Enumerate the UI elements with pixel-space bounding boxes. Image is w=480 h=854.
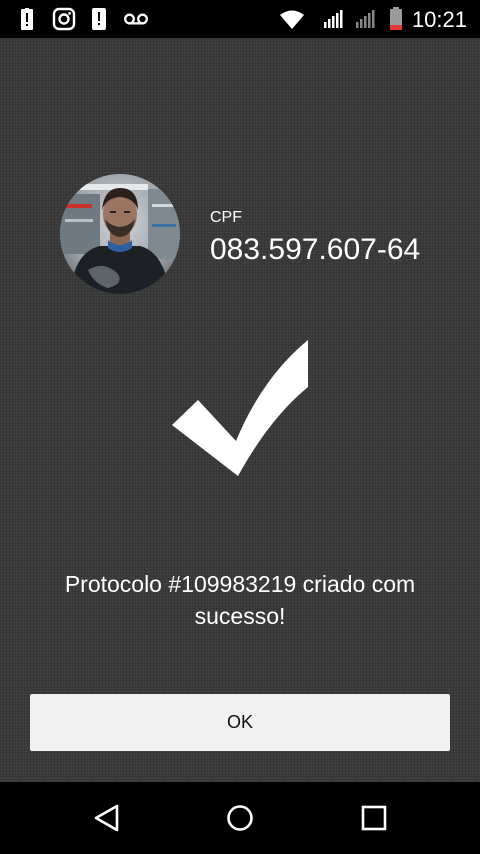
battery-low-icon bbox=[390, 7, 402, 30]
back-icon[interactable] bbox=[89, 800, 125, 836]
checkmark-icon bbox=[172, 340, 308, 476]
nav-bar bbox=[0, 782, 480, 854]
ok-button[interactable]: OK bbox=[30, 694, 450, 751]
success-dialog: CPF 083.597.607-64 Protocolo #109983219 … bbox=[0, 38, 480, 782]
avatar-photo bbox=[60, 174, 180, 294]
wifi-icon bbox=[280, 10, 304, 29]
status-time: 10:21 bbox=[411, 7, 467, 32]
screen: 10:21 CPF 083.597.607-64 Protocolo #1099… bbox=[0, 0, 480, 854]
instagram-icon bbox=[52, 7, 76, 31]
status-bar: 10:21 bbox=[0, 0, 480, 38]
avatar bbox=[60, 174, 180, 294]
notification-icon bbox=[92, 8, 106, 30]
cpf-value: 083.597.607-64 bbox=[210, 233, 421, 266]
recents-icon[interactable] bbox=[356, 800, 392, 836]
cpf-label: CPF bbox=[210, 209, 242, 226]
alert-icon bbox=[21, 8, 33, 30]
voicemail-icon bbox=[124, 13, 148, 25]
home-icon[interactable] bbox=[222, 800, 258, 836]
success-message: Protocolo #109983219 criado com sucesso! bbox=[64, 571, 416, 629]
signal-icon bbox=[324, 10, 343, 28]
signal-weak-icon bbox=[356, 10, 375, 28]
